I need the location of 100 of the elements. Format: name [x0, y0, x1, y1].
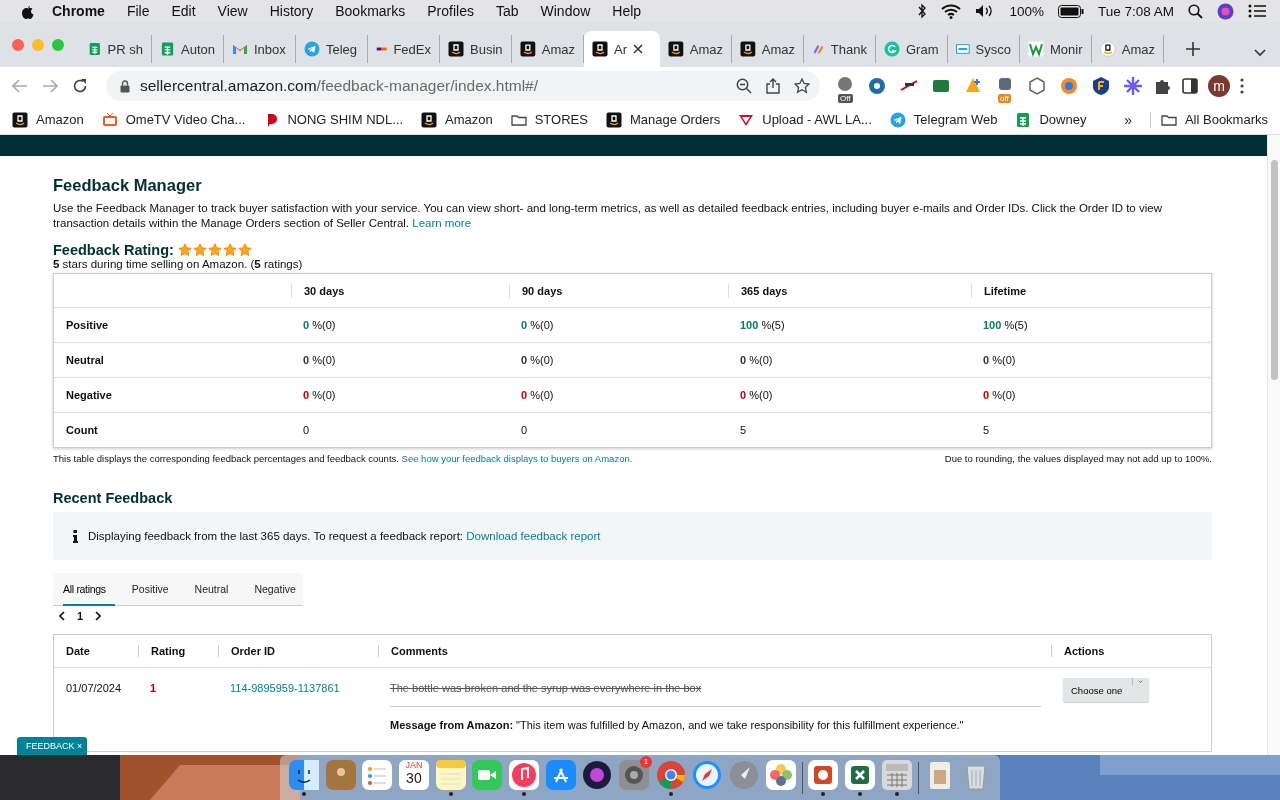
shield-icon[interactable]: [1090, 75, 1112, 97]
logo-icon: [421, 111, 437, 128]
learn-more-link[interactable]: Learn more: [412, 217, 472, 229]
star-icon: [192, 243, 207, 257]
logo-icon: [448, 41, 464, 57]
menu-item[interactable]: Help: [612, 3, 642, 19]
chrome-icon[interactable]: [655, 759, 686, 790]
orb-icon[interactable]: [1217, 2, 1234, 20]
list-icon[interactable]: [1248, 4, 1266, 18]
bookmark[interactable]: OmeTV Video Cha...: [101, 111, 246, 128]
circle-logo-icon: [884, 41, 900, 57]
table-cell-text: 0 %(0): [982, 354, 1017, 366]
search-icon[interactable]: [1188, 3, 1203, 19]
page-number[interactable]: 1: [77, 610, 84, 622]
browser-tab[interactable]: Gram: [876, 35, 948, 63]
chevron-right-icon[interactable]: [95, 611, 102, 621]
battery-icon[interactable]: [1057, 4, 1084, 18]
menu-item[interactable]: Bookmarks: [335, 3, 406, 19]
bookmark[interactable]: STORES: [510, 111, 588, 128]
bookmark[interactable]: NONG SHIM NDL...: [263, 111, 403, 128]
filter-tab[interactable]: Neutral: [194, 573, 238, 606]
browser-tab[interactable]: Inbox: [224, 35, 296, 63]
browser-tab[interactable]: Amaz: [732, 35, 804, 63]
puzzle-icon[interactable]: [1154, 77, 1172, 95]
filter-tab[interactable]: All ratings: [63, 573, 115, 606]
browser-tab[interactable]: Auton: [152, 35, 224, 63]
logo-icon: [1100, 41, 1116, 57]
star-icon: [237, 243, 252, 257]
browser-tab[interactable]: Monir: [1020, 35, 1092, 63]
browser-tab[interactable]: Amaz: [512, 35, 584, 63]
extension-badge: off: [998, 94, 1011, 103]
actions-dropdown[interactable]: Choose one: [1063, 678, 1149, 702]
column-header: Rating: [138, 645, 218, 657]
address-bar[interactable]: sellercentral.amazon.com/feedback-manager/index.html#/: [106, 71, 820, 101]
browser-tab[interactable]: Busin: [440, 35, 512, 63]
wifi-icon[interactable]: [941, 3, 962, 19]
scrollbar[interactable]: [1267, 135, 1280, 755]
spreadsheet-icon[interactable]: [845, 759, 876, 790]
amazon-message: Message from Amazon: "This item was fulfilled by Amazon, and we take responsibility for this fulfillment experience.": [390, 719, 965, 733]
bookmarks-overflow[interactable]: »: [1124, 111, 1132, 128]
menu-item[interactable]: View: [217, 3, 248, 19]
bookmark[interactable]: Amazon: [12, 111, 84, 128]
more-icon[interactable]: [1240, 78, 1244, 94]
plus-icon[interactable]: [1186, 42, 1200, 56]
feedback-display-link[interactable]: See how your feedback displays to buyers on Amazon.: [401, 453, 633, 464]
menu-item[interactable]: Edit: [171, 3, 196, 19]
menu-item[interactable]: File: [126, 3, 150, 19]
scrollbar-thumb[interactable]: [1271, 160, 1278, 380]
app-menu[interactable]: Chrome: [52, 3, 105, 19]
share-icon[interactable]: [766, 78, 780, 94]
bluetooth-icon[interactable]: [917, 3, 928, 19]
bookmark[interactable]: Manage Orders: [605, 111, 721, 128]
browser-tab[interactable]: Ar: [584, 31, 660, 67]
download-report-link[interactable]: Download feedback report: [466, 530, 601, 542]
table-cell-text: 0 %(0): [302, 389, 337, 401]
bookmark[interactable]: Amazon: [421, 111, 493, 128]
battery-percentage: 100%: [1009, 3, 1044, 19]
rating-heading: Feedback Rating:: [53, 242, 174, 258]
cube-icon[interactable]: [1026, 75, 1048, 97]
menu-item[interactable]: Window: [540, 3, 591, 19]
circle-logo-icon[interactable]: [1058, 75, 1080, 97]
zoom-out-icon[interactable]: [736, 78, 752, 94]
sidebar-icon[interactable]: [1182, 78, 1198, 94]
caret-icon[interactable]: [1254, 49, 1266, 57]
menu-item[interactable]: Tab: [495, 3, 519, 19]
browser-tab[interactable]: Amaz: [1092, 35, 1164, 63]
chevron-left-icon[interactable]: [59, 611, 65, 621]
close-icon[interactable]: [633, 44, 643, 54]
row-label: Positive: [65, 319, 110, 331]
logo-icon: [1028, 41, 1044, 57]
column-header: 30 days: [291, 283, 509, 298]
browser-tab[interactable]: FedEx: [368, 35, 440, 63]
browser-tab[interactable]: Amaz: [660, 35, 732, 63]
order-id-link[interactable]: 114-9895959-1137861: [230, 682, 340, 694]
bookmark[interactable]: Downey: [1015, 111, 1087, 128]
star-icon: [177, 243, 192, 257]
bookmark[interactable]: Upload - AWL LA...: [738, 111, 872, 128]
browser-tab[interactable]: Sysco: [948, 35, 1020, 63]
menu-item[interactable]: Profiles: [427, 3, 474, 19]
paper-plane-icon: [304, 41, 320, 57]
menu-item[interactable]: History: [269, 3, 314, 19]
star-icon[interactable]: [794, 78, 810, 94]
feedback-button[interactable]: FEEDBACK ×: [17, 737, 88, 755]
reload-icon[interactable]: [72, 78, 88, 94]
filter-tab[interactable]: Positive: [131, 573, 178, 606]
browser-tab[interactable]: PR sh: [80, 35, 152, 63]
clock[interactable]: Tue 7:08 AM: [1097, 3, 1174, 19]
compass-icon[interactable]: [692, 759, 723, 790]
sparkle-icon[interactable]: [1122, 75, 1144, 97]
bookmark[interactable]: All Bookmarks: [1149, 111, 1268, 128]
filter-tab[interactable]: Negative: [254, 573, 305, 606]
profile-avatar[interactable]: m: [1208, 75, 1230, 97]
orb-icon[interactable]: [582, 759, 613, 790]
bookmark[interactable]: Telegram Web: [889, 111, 998, 128]
presentation-icon[interactable]: [808, 759, 839, 790]
browser-tab[interactable]: Teleg: [296, 35, 368, 63]
gear-icon[interactable]: [866, 75, 888, 97]
logo-icon: [12, 111, 28, 128]
date-cell: 01/07/2024: [66, 682, 122, 694]
browser-tab[interactable]: Thank: [804, 35, 876, 63]
